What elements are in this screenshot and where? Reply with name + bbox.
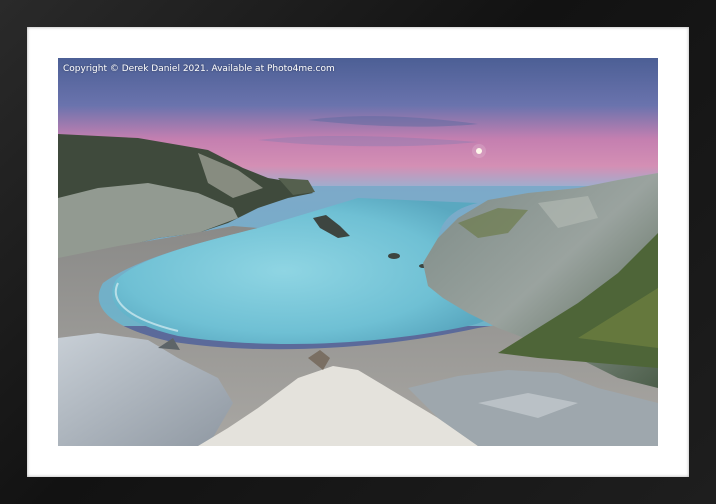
copyright-caption: Copyright © Derek Daniel 2021. Available… xyxy=(63,64,335,74)
photo-print: Copyright © Derek Daniel 2021. Available… xyxy=(58,58,658,446)
coastal-cove-scene xyxy=(58,58,658,446)
sea-rock xyxy=(388,253,400,259)
